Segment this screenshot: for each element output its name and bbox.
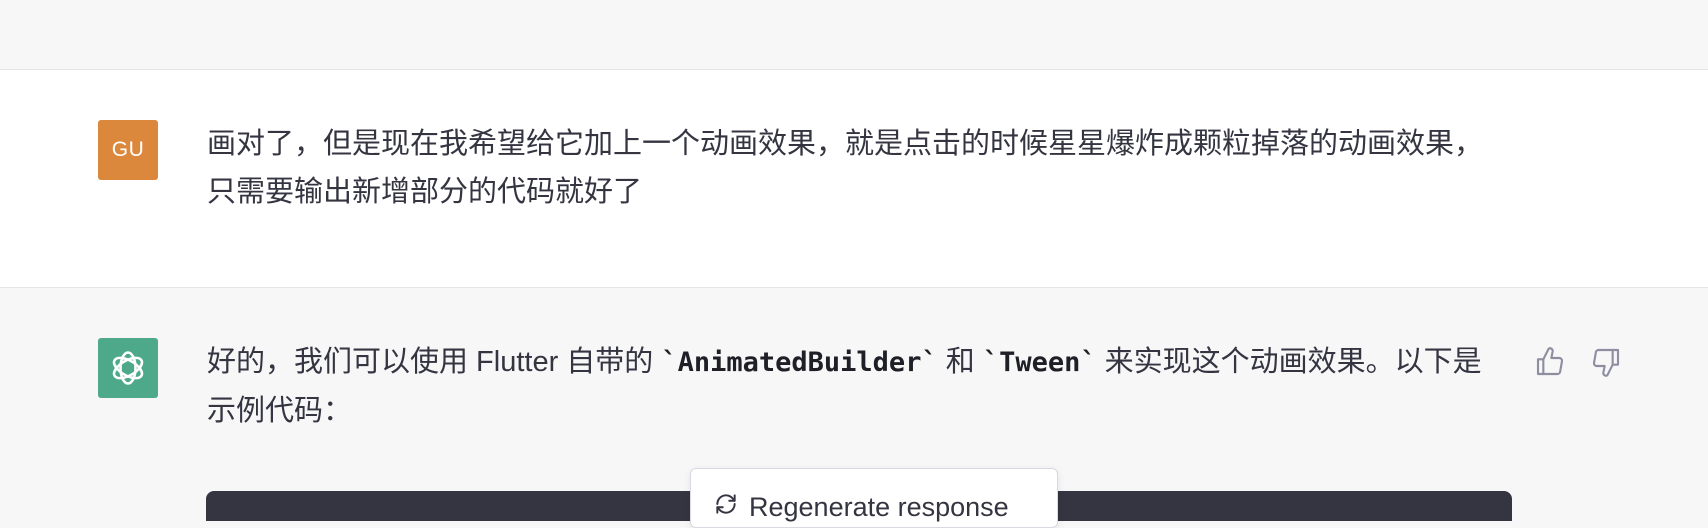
- user-message-row: GU 画对了，但是现在我希望给它加上一个动画效果，就是点击的时候星星爆炸成颗粒掉…: [0, 70, 1708, 288]
- thumbs-down-icon[interactable]: [1588, 344, 1624, 380]
- assistant-message-text: 好的，我们可以使用 Flutter 自带的 `AnimatedBuilder` …: [207, 338, 1487, 435]
- previous-message-area: [0, 0, 1708, 70]
- inline-code-animatedbuilder: `AnimatedBuilder`: [661, 347, 938, 378]
- assistant-text-part1: 好的，我们可以使用 Flutter 自带的: [207, 346, 662, 378]
- assistant-text-part2: 和: [937, 346, 983, 378]
- user-avatar-initials: GU: [111, 138, 145, 161]
- openai-logo-icon: [112, 351, 144, 385]
- regenerate-response-button[interactable]: Regenerate response: [690, 468, 1058, 528]
- thumbs-up-icon[interactable]: [1532, 344, 1568, 380]
- inline-code-tween: `Tween`: [982, 347, 1097, 378]
- regenerate-icon: [716, 494, 736, 514]
- regenerate-response-label: Regenerate response: [749, 492, 1009, 522]
- user-avatar: GU: [98, 120, 158, 180]
- assistant-avatar: [98, 338, 158, 398]
- feedback-actions: [1532, 344, 1624, 380]
- user-message-text: 画对了，但是现在我希望给它加上一个动画效果，就是点击的时候星星爆炸成颗粒掉落的动…: [207, 128, 1484, 208]
- assistant-message-row: 好的，我们可以使用 Flutter 自带的 `AnimatedBuilder` …: [0, 288, 1708, 528]
